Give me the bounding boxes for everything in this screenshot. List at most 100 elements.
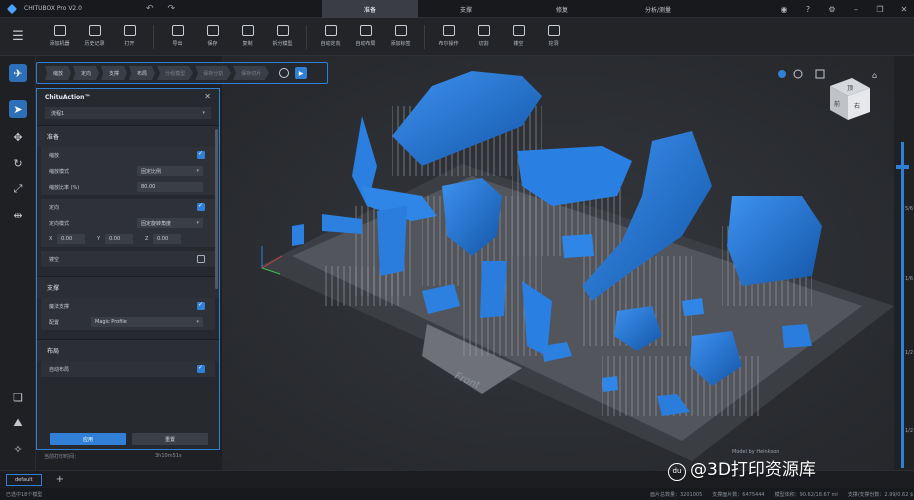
stat-item: 支撑面片数：6475444: [712, 492, 765, 498]
toolbar-button-split-model[interactable]: 拆分模型: [265, 24, 300, 49]
3d-viewport[interactable]: Front Model by Heinkson 前 右 顶 ⌂: [222, 56, 894, 470]
minimize-icon[interactable]: –: [850, 5, 862, 14]
model-part: [782, 324, 812, 348]
y-rotation-input[interactable]: 0.00: [105, 234, 133, 244]
tab-analysis[interactable]: 分析/测量: [610, 0, 706, 18]
maximize-icon[interactable]: ❐: [874, 5, 886, 14]
toolbar-button-history[interactable]: 历史记录: [77, 24, 112, 49]
orient-mode-row: 定向模式 固定旋转角度 ▾: [41, 215, 215, 231]
toolbar-button-add-machine[interactable]: 添加机器: [42, 24, 77, 49]
workflow-step-save-split[interactable]: 保存分割: [195, 66, 232, 80]
workflow-step-save-slice[interactable]: 保存切片: [233, 66, 270, 80]
orient-checkbox[interactable]: [197, 202, 205, 211]
model-part: [602, 376, 618, 392]
help-icon[interactable]: ?: [802, 5, 814, 14]
scale-checkbox[interactable]: [197, 150, 205, 159]
scale-group: 缩放 缩放模式 固定比例 ▾ 缩放比率 (%) 80.00: [41, 147, 215, 196]
toolbar-button-label: 历史记录: [84, 40, 105, 47]
tab-prepare[interactable]: 准备: [322, 0, 418, 18]
reset-button[interactable]: 重置: [132, 433, 208, 445]
workflow-step-scale[interactable]: 缩放: [45, 66, 72, 80]
close-window-icon[interactable]: ✕: [898, 5, 910, 14]
redo-icon[interactable]: ↷: [168, 4, 176, 14]
home-view-icon[interactable]: ⌂: [872, 71, 877, 80]
plate-tab-default[interactable]: default: [6, 473, 42, 486]
workflow-settings-icon[interactable]: [279, 68, 290, 78]
toolbar-button-export[interactable]: 导出: [160, 24, 195, 49]
close-icon[interactable]: ✕: [204, 92, 211, 101]
tab-support[interactable]: 支撑: [418, 0, 514, 18]
rotation-xyz-row: X 0.00 Y 0.00 Z 0.00: [41, 231, 215, 247]
boolean-icon: [442, 24, 455, 36]
view-mode-icon[interactable]: [778, 70, 786, 78]
toolbar-button-auto-orient[interactable]: 自动定向: [313, 24, 348, 49]
undo-icon[interactable]: ↶: [146, 4, 154, 14]
orient-mode-select[interactable]: 固定旋转角度 ▾: [137, 218, 203, 228]
toolbar-button-label: 导出: [172, 40, 183, 47]
mirror-icon[interactable]: ⇹: [9, 206, 27, 224]
workflow-step-group[interactable]: 分组模型: [157, 66, 194, 80]
toolbar-button-label: 添加标签: [390, 40, 411, 47]
workflow-step-orient[interactable]: 定向: [73, 66, 100, 80]
workflow-step-layout[interactable]: 布局: [129, 66, 156, 80]
config-value: Magic Profile: [95, 319, 127, 325]
window-controls: ◉ ? ⚙ – ❐ ✕: [778, 0, 910, 18]
left-tool-rail: ✈ ➤ ✥ ↻ ⤢ ⇹ ❏ ⛰ ✧: [0, 56, 36, 470]
chevron-down-icon: ▾: [196, 220, 199, 226]
layers-icon[interactable]: ❏: [9, 388, 27, 406]
toolbar-button-copy[interactable]: 复制: [230, 24, 265, 49]
hollow-checkbox[interactable]: [197, 255, 205, 263]
preset-select[interactable]: 流程1 ▾: [45, 107, 211, 119]
layer-slider-thumb[interactable]: [896, 164, 909, 169]
model-part: [727, 196, 822, 286]
chevron-down-icon: ▾: [196, 319, 199, 325]
z-rotation-input[interactable]: 0.00: [153, 234, 181, 244]
pattern-icon[interactable]: ✧: [9, 440, 27, 458]
run-workflow-icon[interactable]: ▶: [295, 67, 308, 79]
select-icon[interactable]: ➤: [9, 100, 27, 118]
toolbar-button-folder-open[interactable]: 打开: [112, 24, 147, 49]
scale-icon[interactable]: ⤢: [9, 180, 27, 198]
toolbar-separator: [306, 24, 307, 49]
stat-item: 支撑/支撑份数：2.99/0.62 $: [847, 492, 914, 498]
config-select[interactable]: Magic Profile ▾: [91, 317, 203, 327]
scale-ratio-input[interactable]: 80.00: [137, 182, 203, 192]
toolbar-button-add-tag[interactable]: 添加标签: [383, 24, 418, 49]
move-icon[interactable]: ✥: [9, 128, 27, 146]
orient-group: 定向 定向模式 固定旋转角度 ▾ X 0.00 Y 0.00 Z 0.00: [41, 199, 215, 248]
magic-support-checkbox[interactable]: [197, 301, 205, 310]
auto-layout-checkbox[interactable]: [197, 364, 205, 373]
toolbar-button-boolean[interactable]: 布尔操作: [431, 24, 466, 49]
account-icon[interactable]: ◉: [778, 5, 790, 14]
status-bar: 已选中18个模型 面片总数量：3201005 支撑面片数：6475444 模型体…: [0, 488, 914, 500]
toolbar-button-cut[interactable]: 切割: [466, 24, 501, 49]
toolbar-button-hollow[interactable]: 镂空: [501, 24, 536, 49]
layer-slider-track[interactable]: [901, 142, 904, 468]
hamburger-menu-icon[interactable]: ☰: [0, 18, 36, 56]
model-part: [562, 234, 594, 258]
x-rotation-input[interactable]: 0.00: [57, 234, 85, 244]
toolbar-button-drill-hole[interactable]: 挖洞: [536, 24, 571, 49]
hollow-group: 镂空: [41, 251, 215, 268]
stat-item: 面片总数量：3201005: [650, 492, 703, 498]
workflow-step-support[interactable]: 支撑: [101, 66, 128, 80]
scale-mode-select[interactable]: 固定比例 ▾: [137, 166, 203, 176]
chituaction-icon[interactable]: ✈: [9, 64, 27, 82]
terrain-icon[interactable]: ⛰: [9, 414, 27, 432]
toolbar-button-auto-layout[interactable]: 自动布局: [348, 24, 383, 49]
orient-mode-label: 定向模式: [49, 220, 70, 227]
apply-button[interactable]: 应用: [50, 433, 126, 445]
panel-scrollbar[interactable]: [215, 129, 218, 289]
scale-row: 缩放: [41, 147, 215, 163]
add-plate-icon[interactable]: +: [56, 474, 64, 485]
tab-repair[interactable]: 修复: [514, 0, 610, 18]
toolbar-button-save[interactable]: 保存: [195, 24, 230, 49]
rotate-icon[interactable]: ↻: [9, 154, 27, 172]
toolbar-button-label: 自动定向: [320, 40, 341, 47]
toolbar-button-label: 复制: [242, 40, 253, 47]
z-label: Z: [145, 236, 149, 242]
drill-hole-icon: [547, 24, 560, 36]
toolbar-tools: 添加机器 历史记录 打开 导出 保存 复制 拆分模型 自动定向 自动布局 添加标签 布尔操作 切割 镂空…: [42, 24, 571, 49]
settings-icon[interactable]: ⚙: [826, 5, 838, 14]
toolbar-separator: [153, 24, 154, 49]
